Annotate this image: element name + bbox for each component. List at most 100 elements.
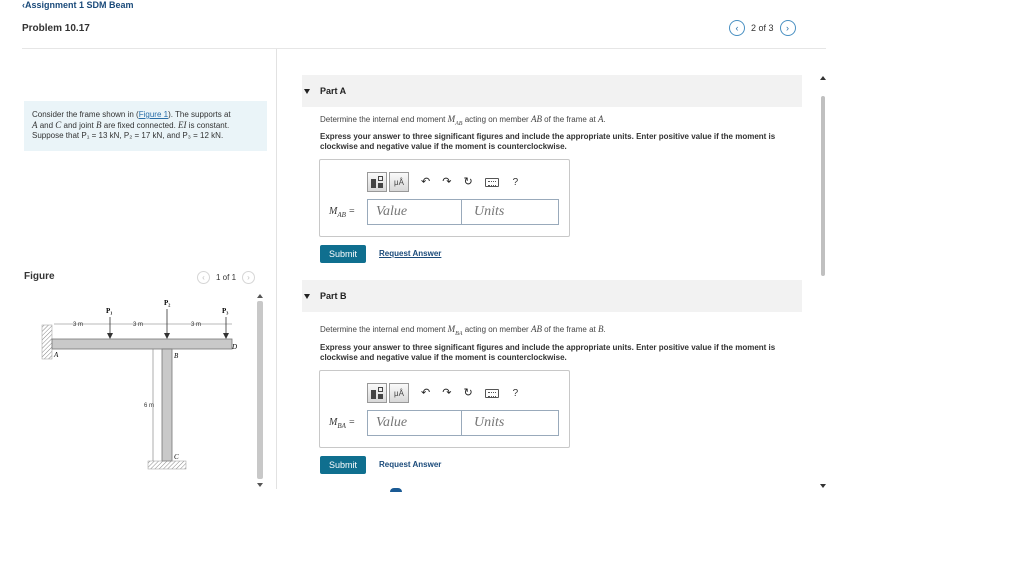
part-b-q-text-3: of the frame at <box>541 325 598 334</box>
part-a-equals: = <box>345 206 356 217</box>
part-a-q-text-2: acting on member <box>462 115 531 124</box>
help-icon[interactable]: ? <box>513 388 519 399</box>
main-scroll-thumb[interactable] <box>821 96 825 276</box>
figure-pager: ‹ 1 of 1 › <box>197 271 256 284</box>
part-b-units-input[interactable] <box>461 410 559 436</box>
part-a-answer-box: μÅ ↶ ↷ ↻ ? MAB = <box>319 159 570 237</box>
header-divider <box>22 48 826 49</box>
keyboard-icon[interactable] <box>484 388 499 398</box>
problem-text-6: is constant. <box>186 121 230 130</box>
figure-scroll-down-icon[interactable] <box>257 483 263 487</box>
part-a-var-sub: AB <box>337 211 346 219</box>
part-b-request-answer-link[interactable]: Request Answer <box>379 460 441 469</box>
main-scroll-down-icon[interactable] <box>820 484 826 488</box>
redo-icon[interactable]: ↷ <box>442 176 451 188</box>
dimension-vertical: 6 m <box>144 403 154 409</box>
dimension-1: 3 m <box>73 322 83 328</box>
part-a-q-text-4: . <box>603 115 606 124</box>
part-a-submit-button[interactable]: Submit <box>320 245 366 263</box>
load-arrow-p3 <box>223 317 229 339</box>
part-a-header[interactable]: Part A <box>302 75 802 107</box>
help-icon[interactable]: ? <box>513 177 519 188</box>
previous-problem-button[interactable]: ‹ <box>729 20 745 36</box>
part-a-q-var: MAB <box>447 114 463 127</box>
wall-support-a <box>41 324 53 360</box>
beam-ad <box>51 338 233 350</box>
part-a-instructions: Express your answer to three significant… <box>320 132 776 151</box>
problem-title: Problem 10.17 <box>22 23 90 34</box>
part-a-toolbar: μÅ ↶ ↷ ↻ ? <box>367 172 518 192</box>
part-b-question: Determine the internal end moment MBA ac… <box>320 324 606 337</box>
part-b-answer-box: μÅ ↶ ↷ ↻ ? MBA = <box>319 370 570 448</box>
figure-scroll-thumb[interactable] <box>257 301 263 479</box>
undo-icon[interactable]: ↶ <box>421 176 430 188</box>
part-a-request-answer-link[interactable]: Request Answer <box>379 249 441 258</box>
caret-down-icon <box>304 88 310 94</box>
panel-divider <box>276 49 277 489</box>
template-glyph <box>371 387 383 399</box>
undo-icon[interactable]: ↶ <box>421 387 430 399</box>
label-p3: P₃ <box>222 307 228 315</box>
part-b-q-var: MBA <box>447 324 463 337</box>
caret-down-icon <box>304 293 310 299</box>
figure-scroll-up-icon[interactable] <box>257 294 263 298</box>
back-to-assignment-link[interactable]: ‹Assignment 1 SDM Beam <box>22 0 134 10</box>
part-b-header[interactable]: Part B <box>302 280 802 312</box>
part-a-title: Part A <box>320 86 347 96</box>
main-scroll-up-icon[interactable] <box>820 76 826 80</box>
keyboard-icon[interactable] <box>484 177 499 187</box>
part-b-q-text-2: acting on member <box>462 325 531 334</box>
label-p2: P₂ <box>164 299 170 307</box>
part-a-variable-label: MAB = <box>329 206 355 219</box>
template-glyph <box>371 176 383 188</box>
reset-icon[interactable]: ↻ <box>463 176 472 188</box>
figure-pager-text: 1 of 1 <box>216 273 237 282</box>
part-b-toolbar: μÅ ↶ ↷ ↻ ? <box>367 383 518 403</box>
part-b-q-text-4: . <box>603 325 606 334</box>
units-icon[interactable]: μÅ <box>389 383 409 403</box>
problem-line-3: Suppose that P₁ = 13 kN, P₂ = 17 kN, and… <box>32 131 224 140</box>
problem-text-1: Consider the frame shown in ( <box>32 110 139 119</box>
part-b-var-sub: BA <box>337 422 346 430</box>
part-b-title: Part B <box>320 291 347 301</box>
problem-statement: Consider the frame shown in (Figure 1). … <box>24 101 267 151</box>
next-problem-button[interactable]: › <box>779 20 796 36</box>
part-b-equals: = <box>345 417 356 428</box>
previous-figure-button[interactable]: ‹ <box>197 271 210 284</box>
part-a-q-text-3: of the frame at <box>541 115 598 124</box>
part-a-q-member: AB <box>530 114 542 124</box>
problem-pager: ‹ 2 of 3 › <box>729 20 796 36</box>
figure-heading: Figure <box>24 271 55 282</box>
dimension-3: 3 m <box>191 322 201 328</box>
ei-var: EI <box>178 120 187 130</box>
main-scrollbar[interactable] <box>819 76 827 488</box>
part-a-q-text-1: Determine the internal end moment <box>320 115 448 124</box>
template-icon[interactable] <box>367 172 387 192</box>
load-arrow-p1 <box>107 317 113 339</box>
label-c: C <box>174 453 179 461</box>
part-b-q-member: AB <box>530 324 542 334</box>
units-icon[interactable]: μÅ <box>389 172 409 192</box>
template-icon[interactable] <box>367 383 387 403</box>
label-p1: P₁ <box>106 307 112 315</box>
part-b-value-input[interactable] <box>367 410 461 436</box>
part-a-units-input[interactable] <box>461 199 559 225</box>
figure-scrollbar[interactable] <box>255 293 265 488</box>
next-figure-button[interactable]: › <box>242 271 256 284</box>
problem-text-2: ). The supports at <box>168 110 231 119</box>
part-b-instructions: Express your answer to three significant… <box>320 343 776 362</box>
part-b-variable-label: MBA = <box>329 417 355 430</box>
redo-icon[interactable]: ↷ <box>442 387 451 399</box>
problem-line-2: A and C and joint B are fixed connected.… <box>32 120 259 131</box>
part-b-submit-button[interactable]: Submit <box>320 456 366 474</box>
part-b-q-var-letter: M <box>447 324 456 334</box>
part-a-question: Determine the internal end moment MAB ac… <box>320 114 606 127</box>
problem-text-4: and joint <box>61 121 97 130</box>
label-a: A <box>53 351 59 359</box>
part-a-q-var-letter: M <box>447 114 456 124</box>
problem-line-1: Consider the frame shown in (Figure 1). … <box>32 110 259 120</box>
figure-link[interactable]: Figure 1 <box>139 110 168 119</box>
label-b: B <box>174 352 179 360</box>
reset-icon[interactable]: ↻ <box>463 387 472 399</box>
part-a-value-input[interactable] <box>367 199 461 225</box>
